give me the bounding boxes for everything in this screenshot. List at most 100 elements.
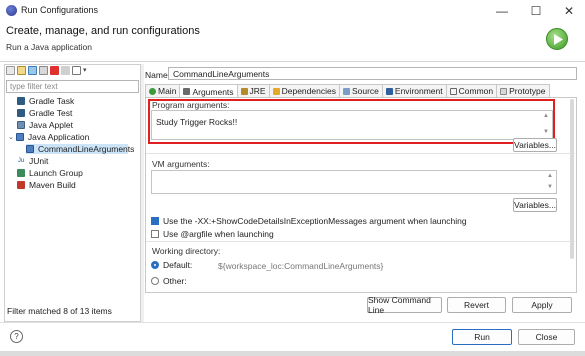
name-field[interactable]: CommandLineArguments <box>168 67 577 80</box>
close-button[interactable]: Close <box>518 329 575 345</box>
scroll-down-icon[interactable]: ▼ <box>543 129 549 135</box>
java-app-icon <box>15 133 24 141</box>
tree-item-label: JUnit <box>29 156 49 166</box>
tree-item-gradle-task[interactable]: Gradle Task <box>17 96 74 106</box>
default-directory-path: ${workspace_loc:CommandLineArguments} <box>218 261 384 271</box>
collapse-all-icon[interactable] <box>61 66 70 75</box>
radio-selected[interactable] <box>151 261 159 269</box>
junit-icon: Ju <box>17 157 25 165</box>
tab-label: Common <box>458 86 494 96</box>
gradle-icon <box>17 109 25 117</box>
tree-item-label: CommandLineArguments <box>38 144 135 154</box>
tab-label: Source <box>351 86 379 96</box>
dependencies-tab-icon <box>272 87 280 95</box>
program-arguments-label: Program arguments: <box>152 100 230 110</box>
argfile-checkbox-row[interactable]: Use @argfile when launching <box>151 229 274 239</box>
prototype-tab-icon <box>500 87 508 95</box>
gradle-icon <box>17 97 25 105</box>
run-button[interactable]: Run <box>452 329 512 345</box>
scroll-down-icon[interactable]: ▼ <box>547 184 553 190</box>
group-divider <box>146 153 575 154</box>
scroll-up-icon[interactable]: ▲ <box>547 173 553 179</box>
tab-arguments[interactable]: Arguments <box>179 84 238 98</box>
run-banner-icon <box>546 28 568 50</box>
tab-environment[interactable]: Environment <box>381 84 447 97</box>
tree-item-label: Java Application <box>27 132 90 142</box>
main-tab-icon <box>149 87 156 95</box>
view-menu-icon[interactable]: ▾ <box>83 66 87 77</box>
config-toolbar: ▾ <box>6 66 87 77</box>
filter-input[interactable]: type filter text <box>6 80 139 93</box>
filter-icon[interactable] <box>72 66 81 75</box>
vm-arguments-textarea[interactable]: ▲ ▼ <box>151 170 557 194</box>
launch-group-icon <box>17 169 25 177</box>
tab-dependencies[interactable]: Dependencies <box>268 84 340 97</box>
vertical-scrollbar[interactable] <box>570 99 574 259</box>
variables-button-vm[interactable]: Variables... <box>513 198 557 212</box>
name-label: Name: <box>145 70 171 80</box>
minimize-button[interactable]: — <box>486 0 518 22</box>
argfile-label: Use @argfile when launching <box>163 229 274 239</box>
tree-item-launch-group[interactable]: Launch Group <box>17 168 83 178</box>
arguments-tab-icon <box>183 88 191 95</box>
tree-item-label: Java Applet <box>29 120 73 130</box>
tree-item-junit[interactable]: Ju JUnit <box>17 156 48 166</box>
footer-divider <box>0 322 585 323</box>
maximize-button[interactable]: ☐ <box>520 0 552 22</box>
tree-item-maven-build[interactable]: Maven Build <box>17 180 76 190</box>
tab-common[interactable]: Common <box>445 84 498 97</box>
java-config-icon <box>26 145 34 153</box>
revert-button[interactable]: Revert <box>447 297 506 313</box>
help-icon[interactable]: ? <box>10 330 23 343</box>
tab-prototype[interactable]: Prototype <box>496 84 550 97</box>
common-tab-icon <box>449 87 457 95</box>
program-arguments-value: Study Trigger Rocks!! <box>156 117 238 127</box>
filter-status: Filter matched 8 of 13 items <box>7 306 112 316</box>
vm-arguments-label: VM arguments: <box>152 159 210 169</box>
tree-item-commandlinearguments[interactable]: CommandLineArguments <box>26 144 134 154</box>
scroll-up-icon[interactable]: ▲ <box>543 113 549 119</box>
working-directory-label: Working directory: <box>152 246 221 256</box>
tree-item-gradle-test[interactable]: Gradle Test <box>17 108 72 118</box>
program-arguments-textarea[interactable]: Study Trigger Rocks!! ▲ ▼ <box>151 110 553 140</box>
other-directory-radio-row[interactable]: Other: <box>151 276 187 286</box>
tab-source[interactable]: Source <box>338 84 383 97</box>
eclipse-icon <box>6 5 17 16</box>
group-divider <box>146 241 575 242</box>
tab-label: Prototype <box>509 86 546 96</box>
tree-item-label: Maven Build <box>29 180 76 190</box>
other-radio-label: Other: <box>163 276 187 286</box>
radio-unselected[interactable] <box>151 277 159 285</box>
chevron-down-icon[interactable]: ⌄ <box>8 133 14 141</box>
delete-icon[interactable] <box>50 66 59 75</box>
show-command-line-button[interactable]: Show Command Line <box>367 295 442 315</box>
default-directory-radio-row[interactable]: Default: <box>151 260 192 270</box>
duplicate-icon[interactable] <box>39 66 48 75</box>
tab-jre[interactable]: JRE <box>236 84 270 97</box>
config-tabs: Main Arguments JRE Dependencies Source E… <box>145 84 550 98</box>
checkbox-checked[interactable] <box>151 217 159 225</box>
environment-tab-icon <box>385 87 393 95</box>
export-icon[interactable] <box>28 66 37 75</box>
new-config-icon[interactable] <box>6 66 15 75</box>
new-prototype-icon[interactable] <box>17 66 26 75</box>
tab-main[interactable]: Main <box>145 84 181 97</box>
jre-tab-icon <box>240 87 248 95</box>
tree-item-label: Launch Group <box>29 168 83 178</box>
dialog-subtitle: Run a Java application <box>6 42 93 52</box>
show-code-details-label: Use the -XX:+ShowCodeDetailsInExceptionM… <box>163 216 467 226</box>
panel-splitter[interactable] <box>141 64 144 322</box>
close-window-button[interactable]: ✕ <box>553 0 585 22</box>
applet-icon <box>17 121 25 129</box>
apply-button[interactable]: Apply <box>512 297 572 313</box>
header-divider <box>0 61 585 62</box>
default-radio-label: Default: <box>163 260 193 270</box>
tab-label: JRE <box>249 86 266 96</box>
window-title: Run Configurations <box>21 5 99 15</box>
show-code-details-checkbox-row[interactable]: Use the -XX:+ShowCodeDetailsInExceptionM… <box>151 216 467 226</box>
tab-label: Arguments <box>192 86 234 97</box>
tree-item-java-applet[interactable]: Java Applet <box>17 120 73 130</box>
tree-item-java-application[interactable]: ⌄ Java Application <box>8 132 89 142</box>
checkbox-unchecked[interactable] <box>151 230 159 238</box>
variables-button-program[interactable]: Variables... <box>513 138 557 152</box>
